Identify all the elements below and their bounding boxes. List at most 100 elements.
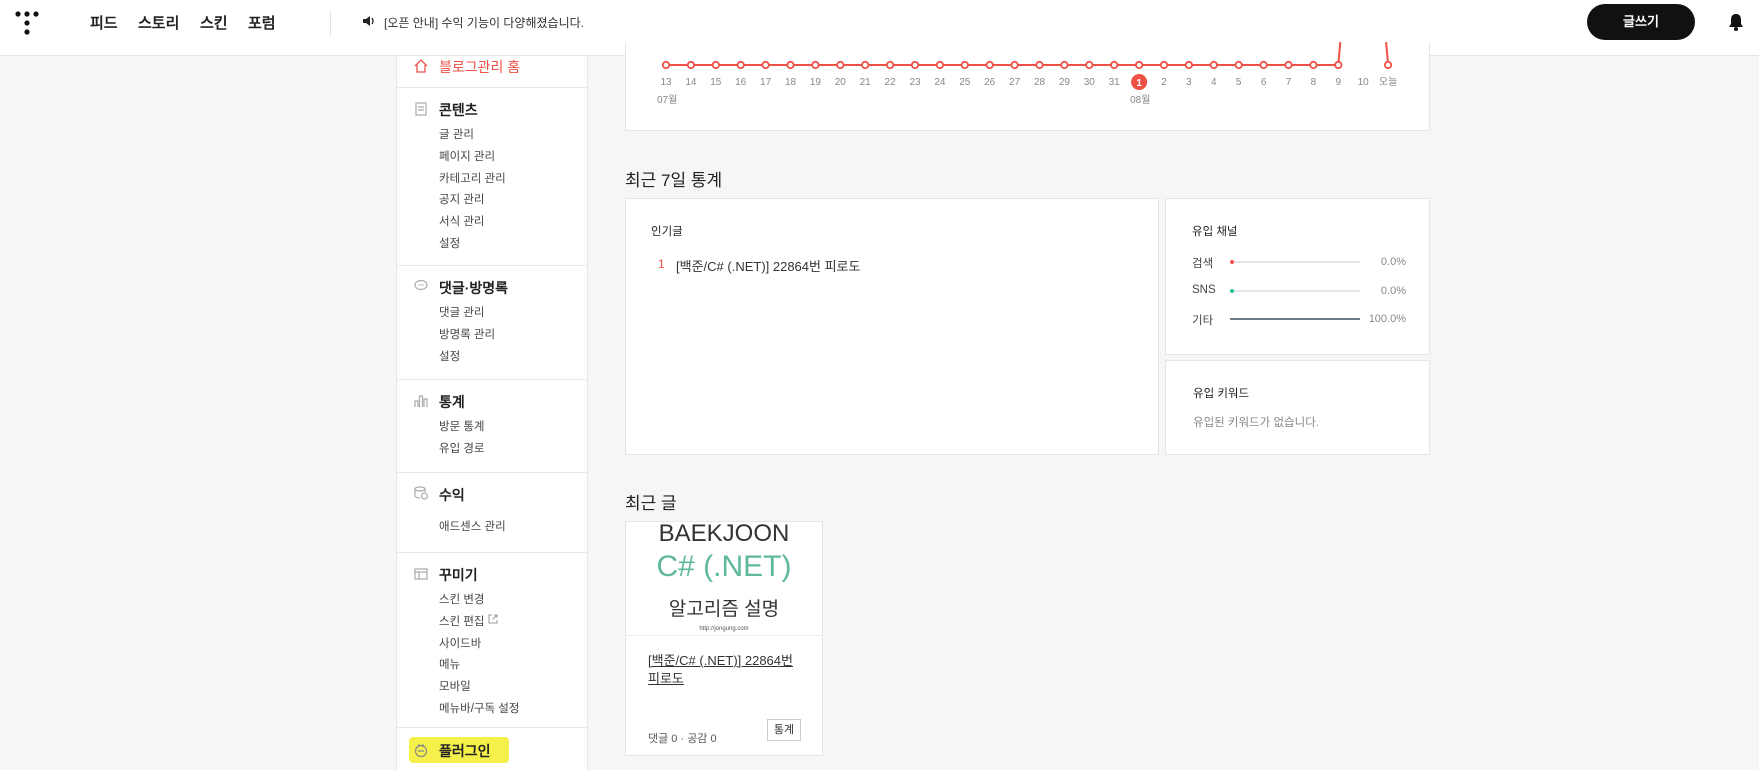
month-label: 08월 [1130,94,1150,106]
sidebar-item-post-manage[interactable]: 글 관리 [439,126,474,142]
nav-divider [330,10,331,36]
admin-sidebar: 블로그관리 홈 콘텐츠 글 관리 페이지 관리 카테고리 관리 공지 관리 서식… [396,56,588,770]
home-icon [414,59,428,73]
recent7-title: 최근 7일 통계 [625,171,723,190]
visit-line-chart: 13 14 15 16 17 18 19 20 21 22 23 24 25 26 27 28 29 30 31 1 2… [657,41,1397,106]
sidebar-item-home[interactable]: 블로그관리 홈 [439,57,520,77]
channel-dot [1230,289,1234,293]
data-point [1259,60,1268,70]
x-tick-label: 6 [1261,77,1267,88]
data-point [686,60,696,70]
data-point [1383,60,1393,70]
channel-bar-sns [1230,289,1360,293]
x-tick-label: 14 [685,77,697,88]
sidebar-item-comment-manage[interactable]: 댓글 관리 [439,304,485,320]
write-button[interactable]: 글쓰기 [1587,4,1695,40]
sidebar-item-guestbook-manage[interactable]: 방명록 관리 [439,326,495,342]
popular-rank: 1 [658,257,665,271]
channel-name-search: 검색 [1192,258,1214,270]
channel-card [1165,198,1430,355]
channel-bar-etc [1230,318,1360,320]
x-tick-label: 30 [1084,77,1096,88]
channel-fill [1230,318,1360,320]
x-tick-label: 2 [1161,77,1167,88]
sidebar-item-template-manage[interactable]: 서식 관리 [439,213,485,229]
notice-link[interactable]: [오픈 안내] 수익 기능이 다양해졌습니다. [384,14,584,31]
data-point [736,60,745,70]
sidebar-item-sidebar[interactable]: 사이드바 [439,635,481,651]
x-tick-label: 13 [660,77,672,88]
sidebar-heading-decorate[interactable]: 꾸미기 [439,565,478,585]
recent-post-card[interactable]: BAEKJOON C# (.NET) 알고리즘 설명 http://jongun… [625,521,823,756]
tistory-logo-icon[interactable] [14,10,40,36]
sidebar-item-comment-settings[interactable]: 설정 [439,348,460,364]
x-tick-label: 오늘 [1379,76,1397,88]
popular-post-link[interactable]: [백준/C# (.NET)] 22864번 피로도 [676,256,860,275]
data-point [1110,60,1119,70]
x-tick-label: 3 [1186,77,1192,88]
x-tick-label: 31 [1109,77,1121,88]
x-tick-label: 17 [760,77,772,88]
sidebar-item-category-manage[interactable]: 카테고리 관리 [439,170,506,186]
x-tick-label: 26 [984,77,996,88]
x-tick-label: 19 [810,77,822,88]
sidebar-home-section: 블로그관리 홈 [397,56,587,88]
x-tick-label: 8 [1311,77,1317,88]
x-tick-label: 21 [860,77,872,88]
thumb-line-2: C# (.NET) [656,550,792,583]
sidebar-heading-stats[interactable]: 통계 [439,392,465,412]
x-tick-label: 24 [934,77,946,88]
sidebar-item-adsense-manage[interactable]: 애드센스 관리 [439,518,506,534]
speech-bubble-icon [414,279,428,291]
sidebar-item-skin-edit[interactable]: 스킨 편집 [439,613,485,629]
data-point [811,60,820,70]
nav-forum[interactable]: 포럼 [248,12,276,33]
nav-feed[interactable]: 피드 [90,12,118,33]
channel-dot [1230,260,1234,264]
sidebar-content-section: 콘텐츠 글 관리 페이지 관리 카테고리 관리 공지 관리 서식 관리 설정 [397,88,587,266]
sidebar-decorate-section: 꾸미기 스킨 변경 스킨 편집 사이드바 메뉴 모바일 메뉴바/구독 설정 [397,553,587,728]
layout-icon [414,568,428,580]
sidebar-item-menubar-subscribe[interactable]: 메뉴바/구독 설정 [439,700,519,716]
bell-icon[interactable] [1726,12,1746,32]
post-stats-button[interactable]: 통계 [767,719,801,741]
sidebar-item-content-settings[interactable]: 설정 [439,235,460,251]
sidebar-heading-plugin[interactable]: 플러그인 [439,741,491,761]
sidebar-item-page-manage[interactable]: 페이지 관리 [439,148,495,164]
month-label: 07월 [657,94,677,106]
sidebar-item-menu[interactable]: 메뉴 [439,656,460,672]
sidebar-comments-section: 댓글·방명록 댓글 관리 방명록 관리 설정 [397,266,587,380]
data-point [1060,60,1069,70]
nav-skin[interactable]: 스킨 [200,12,228,33]
sidebar-stats-section: 통계 방문 통계 유입 경로 [397,380,587,473]
sidebar-heading-revenue[interactable]: 수익 [439,485,465,505]
sidebar-heading-comments[interactable]: 댓글·방명록 [439,278,508,298]
x-tick-label: 20 [835,77,847,88]
x-tick-label: 27 [1009,77,1021,88]
coins-icon [414,486,429,500]
x-tick-label: 28 [1034,77,1046,88]
sidebar-item-referral-path[interactable]: 유입 경로 [439,440,485,456]
x-tick-label: 9 [1336,77,1342,88]
bar-chart-icon [414,395,428,407]
nav-story[interactable]: 스토리 [138,12,179,33]
data-point [1010,60,1019,70]
data-point [1085,60,1094,70]
sidebar-revenue-section: 수익 애드센스 관리 [397,473,587,553]
sidebar-item-visit-stats[interactable]: 방문 통계 [439,418,485,434]
sidebar-item-skin-change[interactable]: 스킨 변경 [439,591,485,607]
data-point [1159,60,1169,70]
post-title-link[interactable]: [백준/C# (.NET)] 22864번 피로도 [648,652,808,688]
post-meta: 댓글 0 · 공감 0 [648,733,717,745]
data-point [861,60,870,70]
channel-name-etc: 기타 [1192,315,1214,327]
data-point [761,60,770,70]
channel-label: 유입 채널 [1192,226,1238,238]
post-thumbnail[interactable]: BAEKJOON C# (.NET) 알고리즘 설명 http://jongun… [626,522,822,636]
data-point [1309,60,1318,70]
sidebar-item-mobile[interactable]: 모바일 [439,678,471,694]
channel-bar-search [1230,260,1360,264]
sidebar-item-notice-manage[interactable]: 공지 관리 [439,191,485,207]
x-tick-label: 15 [710,77,722,88]
sidebar-heading-content[interactable]: 콘텐츠 [439,100,478,120]
